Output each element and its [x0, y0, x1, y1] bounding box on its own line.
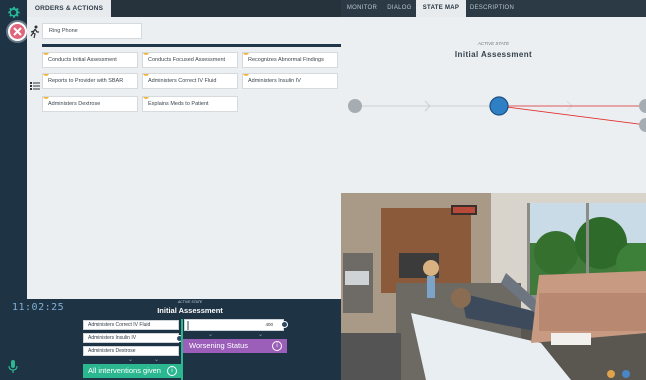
state-node[interactable]: [348, 99, 362, 113]
tab-state-map[interactable]: STATE MAP: [416, 0, 466, 17]
patient-room-image: [341, 193, 646, 380]
chevron-down-icon: ⌄: [208, 332, 214, 338]
info-icon[interactable]: i: [167, 366, 177, 376]
active-transition: [498, 105, 646, 126]
action-item[interactable]: Conducts Focused Assessment: [142, 52, 238, 68]
tab-orders-actions[interactable]: ORDERS & ACTIONS: [27, 0, 111, 17]
info-icon[interactable]: [281, 321, 288, 328]
action-indicator-dot: [143, 97, 149, 99]
state-node[interactable]: [639, 118, 646, 132]
info-icon[interactable]: i: [272, 341, 282, 351]
intervention-item[interactable]: Administers Dextrose: [83, 346, 179, 356]
trend-value: 400: [265, 322, 273, 327]
action-label: Conducts Focused Assessment: [148, 57, 226, 63]
checklist-icon: [30, 77, 40, 90]
action-item[interactable]: Administers Correct IV Fluid: [142, 73, 238, 89]
action-item[interactable]: Reports to Provider with SBAR: [42, 73, 138, 89]
all-interventions-button[interactable]: All interventions given i: [83, 364, 182, 378]
action-label: Explains Meds to Patient: [148, 101, 209, 107]
intervention-item[interactable]: Administers Insulin IV: [83, 333, 179, 343]
action-indicator-dot: [43, 53, 49, 55]
patient-room-scene: [341, 193, 646, 380]
chevron-down-icon: ⌄: [154, 357, 160, 363]
running-person-icon: [30, 25, 40, 39]
action-indicator-dot: [143, 53, 149, 55]
trend-bar: 400: [184, 319, 284, 331]
state-node[interactable]: [639, 99, 646, 113]
action-label: Administers Dextrose: [48, 101, 101, 107]
action-indicator-dot: [43, 97, 49, 99]
close-button[interactable]: [8, 22, 27, 41]
worsening-status-label: Worsening Status: [189, 341, 249, 350]
active-state-node[interactable]: [489, 96, 509, 116]
gear-icon[interactable]: [6, 5, 21, 20]
active-state-caption: ACTIVE STATE: [177, 300, 203, 304]
left-rail: [0, 0, 27, 380]
active-state-title: Initial Assessment: [157, 306, 223, 315]
action-item[interactable]: Conducts Initial Assessment: [42, 52, 138, 68]
action-label: Administers Correct IV Fluid: [148, 78, 217, 84]
action-item[interactable]: Recognizes Abnormal Findings: [242, 52, 338, 68]
simulation-screen: ORDERS & ACTIONS MONITOR DIALOG STATE MA…: [0, 0, 646, 380]
intervention-item[interactable]: Administers Correct IV Fluid: [83, 320, 179, 330]
action-item[interactable]: Administers Dextrose: [42, 96, 138, 112]
state-map-panel: ACTIVE STATE Initial Assessment: [341, 17, 646, 193]
all-interventions-label: All interventions given: [88, 366, 161, 375]
chevron-down-icon: ⌄: [258, 332, 264, 338]
monitor-tabbar: MONITOR DIALOG STATE MAP DESCRIPTION: [341, 0, 646, 17]
action-label: Administers Insulin IV: [248, 78, 301, 84]
ring-phone-action[interactable]: Ring Phone: [42, 23, 142, 39]
microphone-icon[interactable]: [8, 360, 18, 374]
trend-marker: [187, 321, 189, 330]
action-label: Conducts Initial Assessment: [48, 57, 117, 63]
close-icon: [13, 27, 22, 36]
tab-description[interactable]: DESCRIPTION: [466, 0, 518, 17]
tab-dialog[interactable]: DIALOG: [383, 0, 416, 17]
chevron-down-icon: ⌄: [128, 357, 134, 363]
tab-monitor[interactable]: MONITOR: [341, 0, 383, 17]
action-item[interactable]: Explains Meds to Patient: [142, 96, 238, 112]
orders-divider: [42, 44, 341, 47]
action-item[interactable]: Administers Insulin IV: [242, 73, 338, 89]
state-map-graph: [348, 96, 646, 132]
action-label: Recognizes Abnormal Findings: [248, 57, 324, 63]
action-indicator-dot: [243, 53, 249, 55]
worsening-status-button[interactable]: Worsening Status i: [183, 339, 287, 353]
action-indicator-dot: [143, 74, 149, 76]
action-label: Reports to Provider with SBAR: [48, 78, 124, 84]
sim-timer: 11:02:25: [12, 302, 65, 313]
action-indicator-dot: [243, 74, 249, 76]
action-indicator-dot: [43, 74, 49, 76]
